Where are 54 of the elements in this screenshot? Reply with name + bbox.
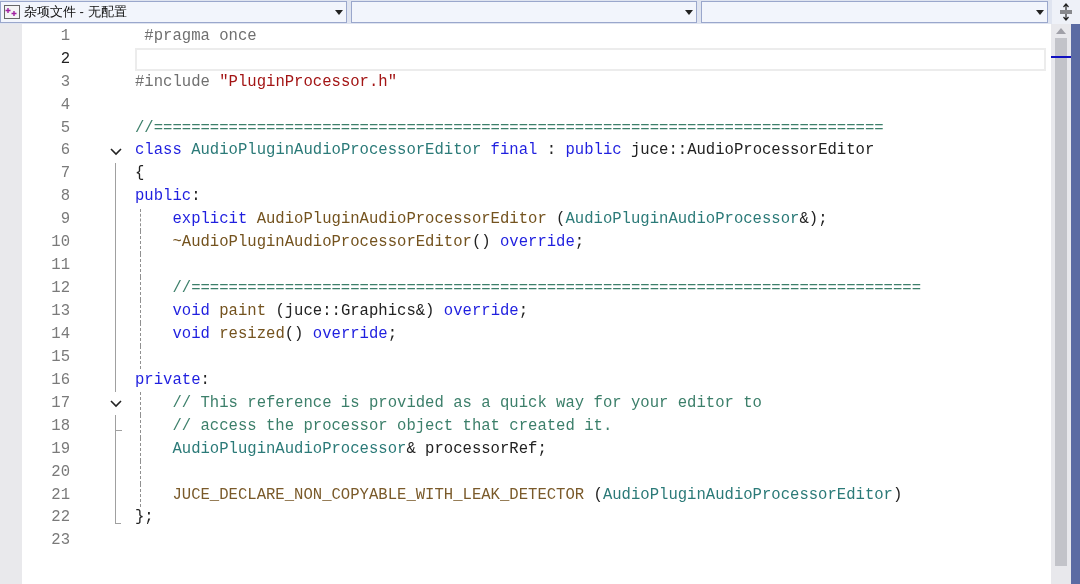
line-number: 16 (50, 369, 70, 391)
dropdown-value: 杂项文件 - 无配置 (24, 3, 127, 22)
line-number: 2 (59, 48, 70, 70)
line-number: 15 (50, 346, 70, 368)
code-line: explicit AudioPluginAudioProcessorEditor (AudioPluginAudioProcessor&); (171, 209, 828, 231)
code-line: JUCE_DECLARE_NON_COPYABLE_WITH_LEAK_DETECTOR (AudioPluginAudioProcessorEditor) (171, 484, 903, 506)
line-number: 6 (59, 140, 70, 162)
line-number: 14 (50, 323, 70, 345)
scroll-up-icon[interactable] (1056, 28, 1066, 34)
line-number: 7 (59, 163, 70, 185)
code-line: // This reference is provided as a quick way for your editor to (171, 392, 762, 414)
code-line: void paint (juce::Graphics&) override; (171, 301, 529, 323)
dropdown-caret-icon (685, 9, 694, 15)
vertical-scrollbar[interactable] (1051, 24, 1071, 584)
collapse-chevron-icon[interactable] (110, 400, 122, 408)
splitter-icon (1059, 3, 1073, 21)
line-number: 23 (50, 530, 70, 552)
code-line: class AudioPluginAudioProcessorEditor final : public juce::AudioProcessorEditor (135, 140, 875, 162)
line-number: 3 (59, 71, 70, 93)
collapse-chevron-icon[interactable] (110, 147, 122, 156)
code-line: //============================================================================== (135, 117, 884, 139)
code-line: #pragma once (143, 25, 257, 47)
code-line: private: (135, 369, 210, 391)
code-line: //============================================================================== (171, 278, 922, 300)
navigation-dropdown[interactable] (350, 1, 698, 23)
code-line: }; (135, 507, 154, 529)
line-number: 5 (59, 117, 70, 139)
code-line: { (135, 163, 145, 185)
caret-position-marker (1051, 56, 1071, 58)
line-number: 19 (50, 438, 70, 460)
line-number: 13 (50, 301, 70, 323)
line-number: 9 (59, 209, 70, 231)
dropdown-caret-icon (334, 9, 343, 15)
line-number: 4 (59, 94, 70, 116)
line-number: 21 (50, 484, 70, 506)
line-number: 22 (50, 507, 70, 529)
code-line: void resized() override; (171, 323, 398, 345)
line-number: 1 (59, 25, 70, 47)
line-number: 11 (50, 255, 70, 277)
line-number: 12 (50, 278, 70, 300)
code-line: public: (135, 186, 201, 208)
dropdown-caret-icon (1036, 9, 1044, 15)
line-number: 8 (59, 186, 70, 208)
code-line: AudioPluginAudioProcessor& processorRef; (171, 438, 547, 460)
navigation-dropdown[interactable]: 杂项文件 - 无配置 (0, 1, 347, 23)
scrollbar-thumb[interactable] (1055, 38, 1067, 566)
line-number: 17 (50, 392, 70, 414)
line-number: 20 (50, 461, 70, 483)
line-number: 10 (50, 232, 70, 254)
code-line: // access the processor object that created it. (171, 415, 613, 437)
line-number: 18 (50, 415, 70, 437)
code-line: ~AudioPluginAudioProcessorEditor() override; (171, 232, 585, 254)
split-window-button[interactable] (1052, 0, 1080, 24)
code-line: #include "PluginProcessor.h" (135, 71, 398, 93)
